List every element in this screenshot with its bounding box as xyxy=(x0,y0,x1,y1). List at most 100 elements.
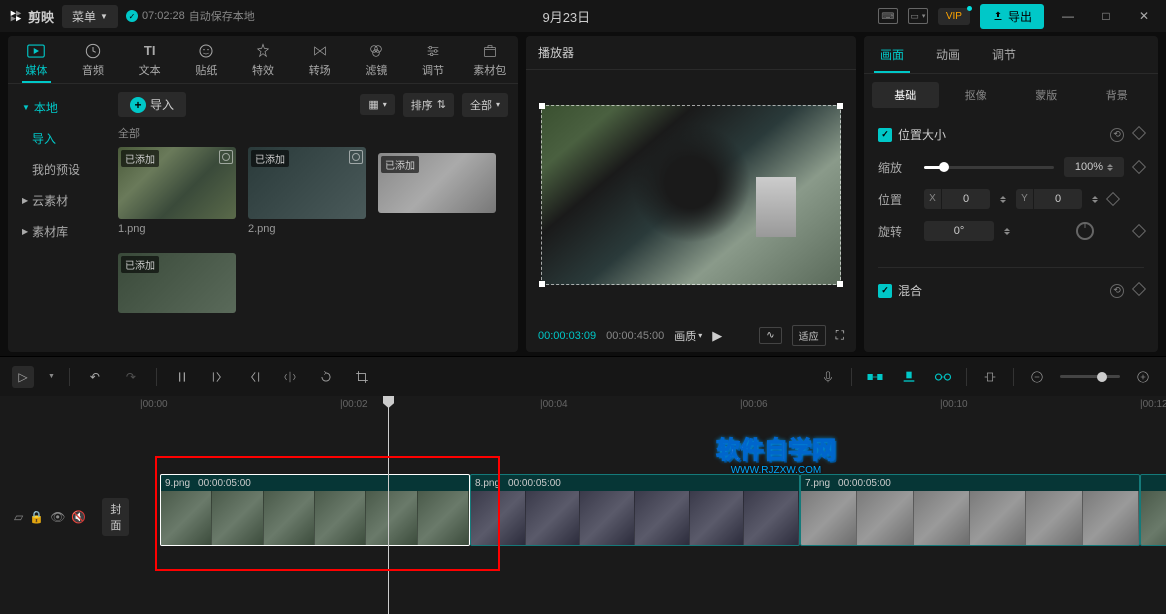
snap-main-track[interactable] xyxy=(864,366,886,388)
crop-button[interactable] xyxy=(351,366,373,388)
tab-adjust[interactable]: 调节 xyxy=(405,36,462,83)
stepper-icon[interactable] xyxy=(1107,164,1113,171)
x-value[interactable]: 0 xyxy=(942,189,990,209)
quality-button[interactable]: 画质▾ xyxy=(674,328,702,344)
sticker-icon xyxy=(197,42,215,60)
sidebar-import[interactable]: 导入 xyxy=(8,123,108,154)
subtab-mask[interactable]: 蒙版 xyxy=(1013,82,1080,108)
stepper-icon[interactable] xyxy=(1004,228,1010,235)
time-ruler[interactable]: |00:00 |00:02 |00:04 |00:06 |00:10 |00:1… xyxy=(0,396,1166,420)
tab-sticker[interactable]: 贴纸 xyxy=(178,36,235,83)
filter-all[interactable]: 全部▾ xyxy=(462,93,508,117)
reset-icon[interactable] xyxy=(1110,284,1124,298)
marker-icon[interactable]: ▱ xyxy=(14,510,23,524)
zoom-out-button[interactable] xyxy=(1026,366,1048,388)
mic-button[interactable] xyxy=(817,366,839,388)
keyboard-icon[interactable]: ⌨ xyxy=(878,8,898,24)
clip-selected[interactable]: 9.png00:00:05:00 xyxy=(160,474,470,546)
media-item[interactable]: 已添加 xyxy=(378,153,496,235)
tab-label: 音频 xyxy=(82,62,104,78)
playhead[interactable] xyxy=(388,396,389,614)
redo-button[interactable]: ↷ xyxy=(120,366,142,388)
tab-pack[interactable]: 素材包 xyxy=(461,36,518,83)
tab-filter[interactable]: 滤镜 xyxy=(348,36,405,83)
subtab-cutout[interactable]: 抠像 xyxy=(943,82,1010,108)
checkbox-pos-size[interactable]: ✓ xyxy=(878,128,892,142)
duration: 00:00:45:00 xyxy=(606,330,664,342)
media-icon xyxy=(27,42,45,60)
tab-text[interactable]: TI文本 xyxy=(121,36,178,83)
keyframe-icon[interactable] xyxy=(1106,192,1120,206)
stepper-icon[interactable] xyxy=(1000,196,1006,203)
menu-button[interactable]: 菜单 ▼ xyxy=(62,5,118,28)
stepper-icon[interactable] xyxy=(1092,196,1098,203)
clip[interactable] xyxy=(1140,474,1166,546)
sidebar-local[interactable]: ▼本地 xyxy=(8,92,108,123)
tab-effect[interactable]: 特效 xyxy=(235,36,292,83)
tab-label: 媒体 xyxy=(25,62,47,78)
undo-button[interactable]: ↶ xyxy=(84,366,106,388)
fit-button[interactable]: 适应 xyxy=(792,325,826,346)
grid-icon: ▦ xyxy=(368,98,378,111)
tab-picture[interactable]: 画面 xyxy=(864,36,920,73)
split-button[interactable] xyxy=(171,366,193,388)
visibility-icon[interactable]: 👁 xyxy=(50,510,65,524)
clip-name: 8.png xyxy=(475,478,500,489)
zoom-in-button[interactable] xyxy=(1132,366,1154,388)
checkbox-blend[interactable]: ✓ xyxy=(878,284,892,298)
y-value[interactable]: 0 xyxy=(1034,189,1082,209)
keyframe-icon[interactable] xyxy=(1132,281,1146,295)
delete-right-button[interactable] xyxy=(243,366,265,388)
snap-magnet[interactable] xyxy=(898,366,920,388)
clip[interactable]: 7.png00:00:05:00 xyxy=(800,474,1140,546)
delete-left-button[interactable] xyxy=(207,366,229,388)
tab-media[interactable]: 媒体 xyxy=(8,36,65,83)
scope-icon[interactable]: ∿ xyxy=(759,327,781,344)
minimize-button[interactable]: — xyxy=(1054,9,1082,23)
export-button[interactable]: 导出 xyxy=(980,4,1044,29)
scale-slider[interactable] xyxy=(924,166,1054,169)
tab-animation[interactable]: 动画 xyxy=(920,36,976,73)
media-item[interactable]: 已添加 xyxy=(118,253,236,313)
sidebar-cloud[interactable]: ▶云素材 xyxy=(8,185,108,216)
tab-transition[interactable]: 转场 xyxy=(291,36,348,83)
play-button[interactable]: ▶ xyxy=(712,328,722,344)
zoom-slider[interactable] xyxy=(1060,375,1120,378)
media-item[interactable]: 已添加1.png xyxy=(118,147,236,235)
mute-icon[interactable]: 🔇 xyxy=(71,510,86,524)
rotation-value[interactable]: 0° xyxy=(924,221,994,241)
reset-icon[interactable] xyxy=(1110,128,1124,142)
sort-button[interactable]: 排序⇅ xyxy=(403,93,454,117)
clip[interactable]: 8.png00:00:05:00 xyxy=(470,474,800,546)
layout-icon[interactable]: ▭▾ xyxy=(908,8,928,24)
preview-area[interactable] xyxy=(526,70,856,319)
select-tool[interactable]: ▷ xyxy=(12,366,34,388)
lock-icon[interactable]: 🔒 xyxy=(29,510,44,524)
fullscreen-icon[interactable]: ⛶ xyxy=(836,328,844,343)
video-track[interactable]: 9.png00:00:05:00 8.png00:00:05:00 7.png0… xyxy=(140,474,1166,546)
sidebar-library[interactable]: ▶素材库 xyxy=(8,216,108,247)
tab-color[interactable]: 调节 xyxy=(976,36,1032,73)
close-button[interactable]: ✕ xyxy=(1130,9,1158,23)
subtab-basic[interactable]: 基础 xyxy=(872,82,939,108)
media-name: 1.png xyxy=(118,223,236,235)
keyframe-icon[interactable] xyxy=(1132,160,1146,174)
snap-link[interactable] xyxy=(932,366,954,388)
mirror-button[interactable] xyxy=(279,366,301,388)
sidebar-presets[interactable]: 我的预设 xyxy=(8,154,108,185)
rotation-dial[interactable] xyxy=(1076,222,1094,240)
media-item[interactable]: 已添加2.png xyxy=(248,147,366,235)
keyframe-icon[interactable] xyxy=(1132,125,1146,139)
vip-badge[interactable]: VIP xyxy=(938,8,970,25)
maximize-button[interactable]: □ xyxy=(1092,9,1120,23)
import-button[interactable]: +导入 xyxy=(118,92,186,117)
tab-audio[interactable]: 音频 xyxy=(65,36,122,83)
selection-outline[interactable] xyxy=(541,105,841,285)
cover-button[interactable]: 封面 xyxy=(102,498,129,536)
view-toggle[interactable]: ▦▾ xyxy=(360,94,394,115)
preview-cut-button[interactable] xyxy=(979,366,1001,388)
keyframe-icon[interactable] xyxy=(1132,224,1146,238)
subtab-bg[interactable]: 背景 xyxy=(1084,82,1151,108)
scale-value[interactable]: 100% xyxy=(1064,157,1124,177)
rotate-button[interactable] xyxy=(315,366,337,388)
